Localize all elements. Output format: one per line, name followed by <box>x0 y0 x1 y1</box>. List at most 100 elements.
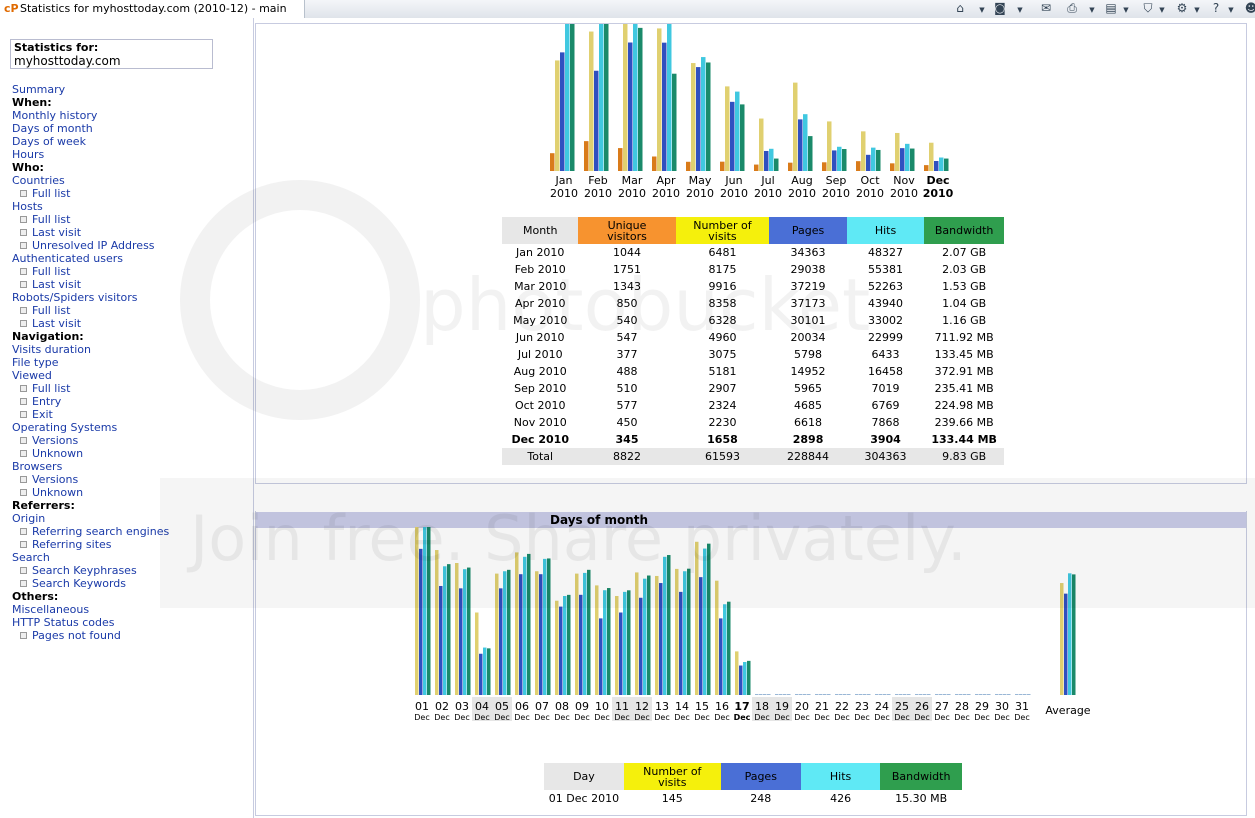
feeds-icon[interactable]: ◙ <box>991 1 1009 16</box>
sidebar-item-full-list[interactable]: Full list <box>20 187 70 200</box>
day-month-label: Dec <box>834 713 849 722</box>
safety-dropdown-icon[interactable]: ▼ <box>1153 1 1171 16</box>
bar-bandwidth <box>627 590 631 695</box>
sidebar-item-last-visit[interactable]: Last visit <box>20 278 81 291</box>
bar-hits <box>667 24 672 171</box>
sidebar-item-full-list[interactable]: Full list <box>20 213 70 226</box>
year-tick-label: 2010 <box>584 187 612 200</box>
bar-hits <box>599 24 604 171</box>
sidebar-item-search-keyphrases[interactable]: Search Keyphrases <box>20 564 137 577</box>
bar-number-of-visits <box>575 573 579 695</box>
cell-pages: 34363 <box>790 246 826 259</box>
sidebar-item-countries[interactable]: Countries <box>12 174 65 187</box>
sidebar-item-monthly-history[interactable]: Monthly history <box>12 109 97 122</box>
cell-unique: 488 <box>616 365 638 378</box>
bar-hits <box>1023 694 1027 695</box>
home-dropdown-icon[interactable]: ▼ <box>973 1 991 16</box>
sidebar-item-hours[interactable]: Hours <box>12 148 44 161</box>
browser-tab[interactable]: cP Statistics for myhosttoday.com (2010-… <box>0 0 305 18</box>
sidebar-item-last-visit[interactable]: Last visit <box>20 226 81 239</box>
sidebar-item-full-list[interactable]: Full list <box>20 265 70 278</box>
sidebar-item-full-list[interactable]: Full list <box>20 382 70 395</box>
bar-hits <box>723 604 727 695</box>
cell-hits: 7019 <box>871 382 900 395</box>
sidebar-item-full-list[interactable]: Full list <box>20 304 70 317</box>
sidebar-item-authenticated-users[interactable]: Authenticated users <box>12 252 123 265</box>
sidebar-item-robots-spiders-visitors[interactable]: Robots/Spiders visitors <box>12 291 138 304</box>
bar-bandwidth <box>638 27 643 171</box>
sidebar-item-versions[interactable]: Versions <box>20 434 78 447</box>
bar-number-of-visits <box>929 142 934 171</box>
bar-number-of-visits <box>935 694 939 695</box>
sidebar-item-search[interactable]: Search <box>12 551 50 564</box>
table-row: Nov 2010 450 2230 6618 7868 239.66 MB <box>502 414 1004 431</box>
bar-bandwidth <box>467 567 471 695</box>
bar-number-of-visits <box>657 28 662 172</box>
bar-number-of-visits <box>855 694 859 695</box>
sidebar-item-visits-duration[interactable]: Visits duration <box>12 343 91 356</box>
sidebar-item-miscellaneous[interactable]: Miscellaneous <box>12 603 89 616</box>
cell-hits: 3904 <box>870 433 901 446</box>
cell-unique: 850 <box>616 297 638 310</box>
sidebar-item-origin[interactable]: Origin <box>12 512 45 525</box>
sidebar-item-unresolved-ip-address[interactable]: Unresolved IP Address <box>20 239 155 252</box>
mail-icon[interactable]: ✉ <box>1037 1 1055 16</box>
tools-dropdown-icon[interactable]: ▼ <box>1188 1 1206 16</box>
col-hits: Hits <box>846 217 925 244</box>
sidebar-item-label: Operating Systems <box>12 421 118 434</box>
research-icon[interactable]: ☻ <box>1242 1 1255 16</box>
page-dropdown-icon[interactable]: ▼ <box>1117 1 1135 16</box>
cell-visits: 2907 <box>708 382 737 395</box>
bar-number-of-visits <box>415 527 419 695</box>
bar-pages <box>1064 593 1068 695</box>
bar-unique-visitors <box>686 161 691 171</box>
home-icon[interactable]: ⌂ <box>951 1 969 16</box>
days-of-month-panel: 01 Dec 02 Dec 03 Dec 04 Dec 05 Dec 06 Dec 07 Dec 08 Dec… <box>255 511 1247 816</box>
bar-hits <box>863 694 867 695</box>
sidebar-item-operating-systems[interactable]: Operating Systems <box>12 421 117 434</box>
bar-pages <box>459 588 463 695</box>
cell-visits: 2324 <box>708 399 737 412</box>
bar-bandwidth <box>944 158 949 171</box>
print-dropdown-icon[interactable]: ▼ <box>1083 1 1101 16</box>
bar-pages <box>939 694 943 695</box>
sidebar-item-versions[interactable]: Versions <box>20 473 78 486</box>
sidebar-item-entry[interactable]: Entry <box>20 395 61 408</box>
help-dropdown-icon[interactable]: ▼ <box>1222 1 1240 16</box>
cell-pages: 37173 <box>790 297 826 310</box>
bar-hits <box>463 569 467 695</box>
feeds-dropdown-icon[interactable]: ▼ <box>1011 1 1029 16</box>
sidebar-item-file-type[interactable]: File type <box>12 356 58 369</box>
cell-hits: 6433 <box>871 348 900 361</box>
sidebar-item-referring-sites[interactable]: Referring sites <box>20 538 112 551</box>
year-tick-label: 2010 <box>890 187 918 200</box>
bar-number-of-visits <box>589 31 594 172</box>
sidebar-item-label: Authenticated users <box>12 252 123 265</box>
bar-number-of-visits <box>815 694 819 695</box>
sidebar-item-exit[interactable]: Exit <box>20 408 53 421</box>
sidebar-item-pages-not-found[interactable]: Pages not found <box>20 629 121 642</box>
bar-number-of-visits <box>475 612 479 695</box>
sidebar-item-label: Full list <box>32 187 71 200</box>
sidebar-item-last-visit[interactable]: Last visit <box>20 317 81 330</box>
cell-month: Oct 2010 <box>514 399 566 412</box>
sidebar-item-viewed[interactable]: Viewed <box>12 369 52 382</box>
sidebar-item-days-of-week[interactable]: Days of week <box>12 135 86 148</box>
day-month-label: Dec <box>594 713 609 722</box>
sidebar-item-hosts[interactable]: Hosts <box>12 200 43 213</box>
bar-hits <box>903 694 907 695</box>
bar-pages <box>599 618 603 695</box>
sidebar-item-unknown[interactable]: Unknown <box>20 447 83 460</box>
sidebar-item-http-status-codes[interactable]: HTTP Status codes <box>12 616 114 629</box>
sidebar-item-summary[interactable]: Summary <box>12 83 65 96</box>
print-icon[interactable]: ⎙ <box>1063 1 1081 16</box>
col-visits: Number of visits <box>675 217 770 244</box>
sidebar-item-search-keywords[interactable]: Search Keywords <box>20 577 126 590</box>
sidebar-item-referring-search-engines[interactable]: Referring search engines <box>20 525 169 538</box>
monthly-history-panel: Jan 2010 Feb 2010 Mar 2010 Apr 2010 May 2010 Jun 20… <box>255 23 1247 484</box>
sidebar-item-browsers[interactable]: Browsers <box>12 460 62 473</box>
sidebar-item-label: HTTP Status codes <box>12 616 115 629</box>
monthly-table-header: Month Unique visitors Number of visits P… <box>502 217 1004 244</box>
sidebar-item-unknown[interactable]: Unknown <box>20 486 83 499</box>
sidebar-item-days-of-month[interactable]: Days of month <box>12 122 93 135</box>
